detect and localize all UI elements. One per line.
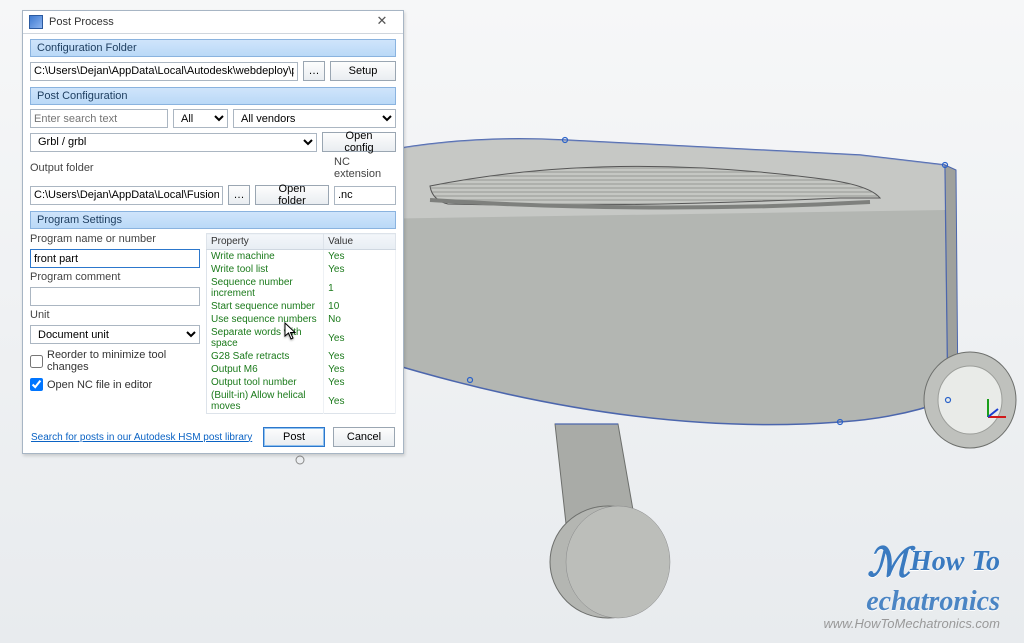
vendor-select[interactable]: All vendors <box>233 109 396 128</box>
dialog-title: Post Process <box>49 16 365 28</box>
property-row[interactable]: (Built-in) Allow helical movesYes <box>207 389 396 414</box>
open-nc-checkbox[interactable] <box>30 378 43 391</box>
properties-table[interactable]: Property Value Write machineYesWrite too… <box>206 233 396 414</box>
reorder-label: Reorder to minimize tool changes <box>47 349 200 373</box>
nc-extension-input[interactable] <box>334 186 396 205</box>
section-config-folder: Configuration Folder <box>30 39 396 57</box>
property-row[interactable]: Write tool listYes <box>207 263 396 276</box>
property-row[interactable]: Output M6Yes <box>207 363 396 376</box>
browse-config-folder-button[interactable]: … <box>303 61 325 81</box>
unit-select[interactable]: Document unit <box>30 325 200 344</box>
dialog-titlebar[interactable]: Post Process ✕ <box>23 11 403 34</box>
post-process-dialog: Post Process ✕ Configuration Folder … Se… <box>22 10 404 454</box>
property-row[interactable]: Use sequence numbersNo <box>207 313 396 326</box>
post-library-link[interactable]: Search for posts in our Autodesk HSM pos… <box>31 432 252 443</box>
setup-button[interactable]: Setup <box>330 61 396 81</box>
col-property: Property <box>207 234 324 250</box>
section-program-settings: Program Settings <box>30 211 396 229</box>
post-button[interactable]: Post <box>263 427 325 447</box>
property-row[interactable]: G28 Safe retractsYes <box>207 350 396 363</box>
output-folder-path[interactable] <box>30 186 223 205</box>
col-value: Value <box>324 234 396 250</box>
program-comment-input[interactable] <box>30 287 200 306</box>
property-row[interactable]: Output tool numberYes <box>207 376 396 389</box>
property-row[interactable]: Start sequence number10 <box>207 300 396 313</box>
open-nc-label: Open NC file in editor <box>47 379 152 391</box>
program-comment-label: Program comment <box>30 271 200 283</box>
open-nc-checkbox-row[interactable]: Open NC file in editor <box>30 378 200 391</box>
unit-label: Unit <box>30 309 200 321</box>
reorder-checkbox-row[interactable]: Reorder to minimize tool changes <box>30 349 200 373</box>
config-folder-path[interactable] <box>30 62 298 81</box>
open-config-button[interactable]: Open config <box>322 132 396 152</box>
browse-output-folder-button[interactable]: … <box>228 185 250 205</box>
search-input[interactable] <box>30 109 168 128</box>
property-row[interactable]: Write machineYes <box>207 250 396 264</box>
open-folder-button[interactable]: Open folder <box>255 185 329 205</box>
program-name-label: Program name or number <box>30 233 200 245</box>
close-icon[interactable]: ✕ <box>365 13 399 31</box>
property-row[interactable]: Sequence number increment1 <box>207 276 396 300</box>
app-icon <box>29 15 43 29</box>
reorder-checkbox[interactable] <box>30 355 43 368</box>
output-folder-label: Output folder <box>30 162 250 174</box>
origin-point <box>296 456 304 464</box>
property-row[interactable]: Separate words with spaceYes <box>207 326 396 350</box>
program-name-input[interactable] <box>30 249 200 268</box>
cancel-button[interactable]: Cancel <box>333 427 395 447</box>
nc-extension-label: NC extension <box>334 156 396 180</box>
post-processor-select[interactable]: Grbl / grbl <box>30 133 317 152</box>
scope-select[interactable]: All <box>173 109 228 128</box>
origin-gizmo <box>982 395 1010 423</box>
section-post-config: Post Configuration <box>30 87 396 105</box>
